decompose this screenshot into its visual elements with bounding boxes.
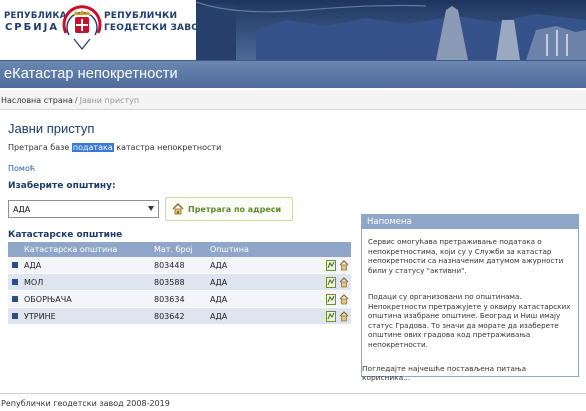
column-header-municipality: Општина xyxy=(210,245,249,254)
municipality-select[interactable]: АДА xyxy=(8,200,159,218)
brand-right: РЕПУБЛИЧКИ ГЕОДЕТСКИ ЗАВОД xyxy=(104,10,207,34)
table-row[interactable]: АДА 803448 АДА xyxy=(8,257,351,274)
page-title: Јавни приступ xyxy=(8,121,95,136)
table-row[interactable]: УТРИНЕ 803642 АДА xyxy=(8,308,351,325)
note-paragraph-2: Подаци су организовани по општинама. Неп… xyxy=(368,292,571,349)
house-icon xyxy=(172,203,184,215)
house-icon[interactable] xyxy=(339,277,349,288)
note-paragraph-1: Сервис омогућава претраживање података о… xyxy=(368,237,564,275)
breadcrumb: Насловна страна / Јавни приступ xyxy=(0,90,586,110)
subtitle-text-before: Претрага базе xyxy=(8,143,72,152)
house-icon[interactable] xyxy=(339,260,349,271)
parcel-map-icon[interactable] xyxy=(326,311,336,322)
row-cadastral-number: 803642 xyxy=(154,312,185,321)
app-title-bar: еКатастар непокретности xyxy=(0,60,586,88)
app-title: еКатастар непокретности xyxy=(4,66,178,82)
breadcrumb-separator: / xyxy=(74,96,78,105)
address-search-label: Претрага по адреси xyxy=(188,205,282,214)
row-bullet-icon xyxy=(12,313,18,319)
column-header-number: Мат. број xyxy=(154,245,193,254)
row-municipality: АДА xyxy=(210,278,228,287)
row-bullet-icon xyxy=(12,296,18,302)
row-municipality: АДА xyxy=(210,295,228,304)
faq-link[interactable]: Погледајте најчешће постављена питања ко… xyxy=(362,364,573,382)
row-municipality: АДА xyxy=(210,312,228,321)
row-bullet-icon xyxy=(12,279,18,285)
header-banner: РЕПУБЛИКА СРБИЈА РЕПУБЛИЧКИ ГЕОДЕТСКИ ЗА… xyxy=(0,0,586,60)
row-cadastral-number: 803634 xyxy=(154,295,185,304)
brand-right-line2: ГЕОДЕТСКИ ЗАВОД xyxy=(104,23,208,33)
cadastral-municipalities-label: Катастарске општине xyxy=(8,230,123,240)
table-header: Катастарска општина Мат. број Општина xyxy=(8,242,351,257)
brand-right-line1: РЕПУБЛИЧКИ xyxy=(104,11,178,21)
breadcrumb-home-link[interactable]: Насловна страна xyxy=(1,96,73,105)
subtitle-selected-text: података xyxy=(71,143,114,152)
chevron-down-icon xyxy=(148,206,154,211)
row-municipality: АДА xyxy=(210,261,228,270)
serbia-coat-of-arms-icon xyxy=(60,3,104,55)
parcel-map-icon[interactable] xyxy=(326,260,336,271)
cadastral-table: Катастарска општина Мат. број Општина АД… xyxy=(8,242,351,325)
brand-left-line2: СРБИЈА xyxy=(4,22,60,33)
row-cadastral-name[interactable]: МОЛ xyxy=(24,278,43,287)
row-cadastral-name[interactable]: ОБОРЊАЧА xyxy=(24,295,72,304)
house-icon[interactable] xyxy=(339,294,349,305)
table-row[interactable]: МОЛ 803588 АДА xyxy=(8,274,351,291)
table-row[interactable]: ОБОРЊАЧА 803634 АДА xyxy=(8,291,351,308)
brand-left: РЕПУБЛИКА СРБИЈА xyxy=(4,10,67,34)
row-cadastral-name[interactable]: УТРИНЕ xyxy=(24,312,56,321)
row-bullet-icon xyxy=(12,262,18,268)
help-link[interactable]: Помоћ xyxy=(8,164,35,173)
page-subtitle: Претрага базе података катастра непокрет… xyxy=(8,143,221,152)
municipality-selected-value: АДА xyxy=(13,205,31,214)
row-cadastral-name[interactable]: АДА xyxy=(24,261,41,270)
note-title: Напомена xyxy=(362,215,578,229)
breadcrumb-current: Јавни приступ xyxy=(79,96,140,105)
parcel-map-icon[interactable] xyxy=(326,277,336,288)
address-search-button[interactable]: Претрага по адреси xyxy=(165,197,293,221)
note-panel: Напомена Сервис омогућава претраживање п… xyxy=(361,214,579,382)
row-cadastral-number: 803588 xyxy=(154,278,185,287)
header-cityscape-image xyxy=(196,0,586,60)
brand-left-line1: РЕПУБЛИКА xyxy=(4,11,67,21)
footer: Републички геодетски завод 2008-2019 xyxy=(0,393,586,411)
footer-copyright: Републички геодетски завод 2008-2019 xyxy=(1,399,170,408)
municipality-label: Изаберите општину: xyxy=(8,181,116,191)
house-icon[interactable] xyxy=(339,311,349,322)
parcel-map-icon[interactable] xyxy=(326,294,336,305)
row-cadastral-number: 803448 xyxy=(154,261,185,270)
subtitle-text-after: катастра непокретности xyxy=(113,143,222,152)
column-header-name: Катастарска општина xyxy=(24,245,118,254)
